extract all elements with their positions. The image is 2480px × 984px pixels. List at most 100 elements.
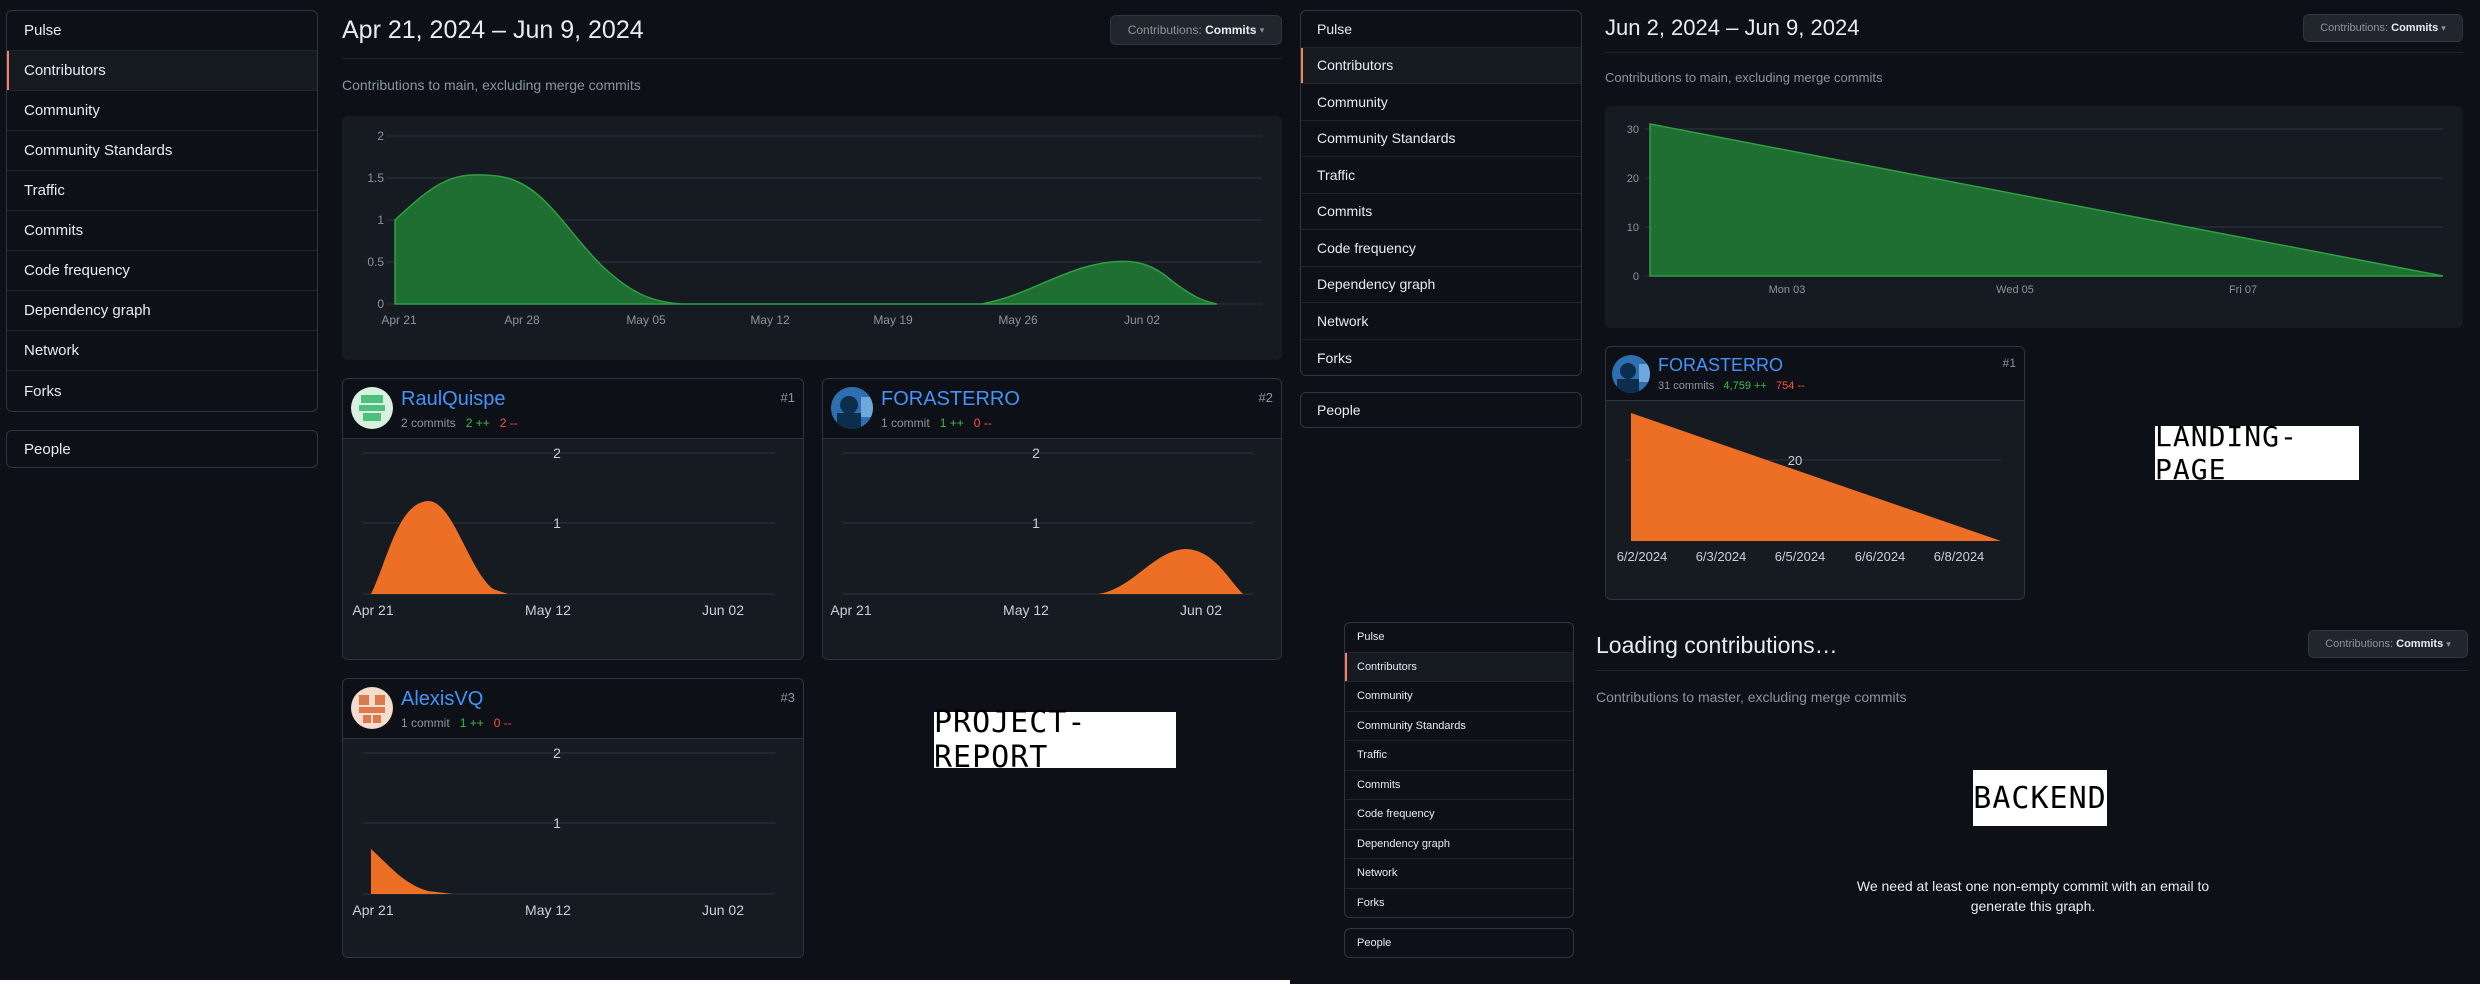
contributor-area [371,849,453,894]
y-tick: 2 [377,129,384,143]
sidebar-item-dependency-graph[interactable]: Dependency graph [1345,830,1573,859]
sidebar-item-contributors[interactable]: Contributors [1301,47,1581,84]
sidebar-item-traffic[interactable]: Traffic [1345,741,1573,771]
y-tick: 20 [1788,453,1802,468]
x-tick: Apr 21 [381,313,417,327]
sidebar-item-forks[interactable]: Forks [1345,889,1573,918]
x-tick: May 12 [525,902,571,918]
x-tick: 6/3/2024 [1696,549,1747,564]
avatar[interactable] [1612,355,1650,393]
x-tick: Jun 02 [702,602,744,618]
x-tick: May 19 [873,313,913,327]
x-tick: 6/2/2024 [1617,549,1668,564]
x-tick: Wed 05 [1996,284,2034,296]
rank-badge: #3 [780,690,795,705]
sidebar-item-community[interactable]: Community [1345,682,1573,712]
profile-photo-icon [831,387,873,429]
sidebar-item-people[interactable]: People [1344,928,1574,958]
caret-down-icon: ▾ [2446,638,2451,649]
sidebar-item-forks[interactable]: Forks [7,371,317,411]
y-tick: 1.5 [367,171,384,185]
x-tick: May 05 [626,313,666,327]
contributions-dropdown-button[interactable]: Contributions: Commits ▾ [2308,630,2468,658]
x-tick: Mon 03 [1769,284,1806,296]
contributor-area [1098,549,1243,594]
sidebar-item-commits[interactable]: Commits [7,211,317,251]
sidebar-item-traffic[interactable]: Traffic [7,171,317,211]
x-tick: May 12 [1003,602,1049,618]
x-tick: Jun 02 [1180,602,1222,618]
sidebar-item-pulse[interactable]: Pulse [1345,623,1573,653]
sidebar-item-code-frequency[interactable]: Code frequency [7,251,317,291]
contributions-dropdown-button[interactable]: Contributions: Commits ▾ [1110,15,1282,45]
caret-down-icon: ▾ [2441,22,2446,33]
y-tick: 2 [1032,445,1040,461]
sidebar-item-people[interactable]: People [1300,392,1582,428]
page-title: Loading contributions… [1596,632,1838,658]
rank-badge: #1 [2002,356,2016,370]
sidebar-item-pulse[interactable]: Pulse [7,11,317,51]
y-tick: 20 [1627,173,1639,185]
sidebar-item-traffic[interactable]: Traffic [1301,157,1581,194]
sidebar-item-community-standards[interactable]: Community Standards [1345,712,1573,741]
x-tick: Jun 02 [702,902,744,918]
x-tick: Apr 28 [504,313,540,327]
sidebar-item-pulse[interactable]: Pulse [1301,11,1581,48]
y-tick: 0.5 [367,255,384,269]
avatar[interactable] [351,687,393,729]
y-tick: 0 [1633,271,1639,283]
sidebar-item-community-standards[interactable]: Community Standards [1301,121,1581,157]
sidebar-item-community[interactable]: Community [7,91,317,131]
contributor-name-link[interactable]: FORASTERRO [881,388,1020,411]
contributor-name-link[interactable]: RaulQuispe [401,388,506,411]
overview-chart-panel: 30 20 10 0 Mon 03 Wed 05 Fri 07 [1605,106,2463,328]
contributions-dropdown-button[interactable]: Contributions: Commits ▾ [2303,14,2463,42]
avatar[interactable] [351,387,393,429]
x-tick: May 26 [998,313,1038,327]
caret-down-icon: ▾ [1259,24,1265,35]
identicon-icon [359,695,385,723]
sidebar-item-commits[interactable]: Commits [1345,771,1573,800]
y-tick: 1 [1032,515,1040,531]
sidebar-item-community-standards[interactable]: Community Standards [7,131,317,171]
y-tick: 30 [1627,124,1639,136]
overview-area [1649,123,2444,277]
sidebar-item-network[interactable]: Network [1301,303,1581,340]
contributor-card: FORASTERRO 1 commit 1 ++ 0 -- #2 2 1 Apr… [822,378,1282,660]
contributor-name-link[interactable]: FORASTERRO [1658,355,1783,376]
page-subtitle: Contributions to master, excluding merge… [1596,689,1907,705]
contributor-stats: 2 commits 2 ++ 2 -- [401,416,518,430]
contributor-chart: 2 1 Apr 21 May 12 Jun 02 [830,445,1253,618]
overview-chart-panel: 2 1.5 1 0.5 0 Apr 21 Apr 28 May 05 May 1… [342,116,1282,360]
repo3-sidebar-nav: Pulse Contributors Community Community S… [1344,622,1574,918]
x-tick: May 12 [750,313,790,327]
contributor-card: RaulQuispe 2 commits 2 ++ 2 -- #1 2 1 Ap… [342,378,804,660]
sidebar-item-dependency-graph[interactable]: Dependency graph [7,291,317,331]
sidebar-item-dependency-graph[interactable]: Dependency graph [1301,267,1581,303]
contributor-name-link[interactable]: AlexisVQ [401,688,483,711]
sidebar-item-contributors[interactable]: Contributors [1345,652,1573,682]
overview-chart: 2 1.5 1 0.5 0 Apr 21 Apr 28 May 05 May 1… [367,129,1262,327]
sidebar-item-network[interactable]: Network [1345,859,1573,889]
contributor-card: AlexisVQ 1 commit 1 ++ 0 -- #3 2 1 Apr 2… [342,678,804,958]
y-tick: 0 [377,297,384,311]
project-report-label: PROJECT-REPORT [934,705,1176,775]
sidebar-item-people[interactable]: People [6,430,318,468]
sidebar-item-code-frequency[interactable]: Code frequency [1301,230,1581,267]
sidebar-item-network[interactable]: Network [7,331,317,371]
page-title: Jun 2, 2024 – Jun 9, 2024 [1605,15,1860,40]
sidebar-item-code-frequency[interactable]: Code frequency [1345,800,1573,830]
sidebar-item-forks[interactable]: Forks [1301,340,1581,376]
x-tick: 6/5/2024 [1775,549,1826,564]
overview-area [394,174,1218,305]
sidebar-item-contributors[interactable]: Contributors [7,51,317,91]
divider [342,58,1282,59]
screenshot-divider [0,980,1290,984]
rank-badge: #1 [780,390,795,405]
avatar[interactable] [831,387,873,429]
sidebar-item-community[interactable]: Community [1301,84,1581,121]
x-tick: Apr 21 [352,902,393,918]
empty-state-message: We need at least one non-empty commit wi… [1856,878,2210,914]
backend-label: BACKEND [1973,770,2107,826]
sidebar-item-commits[interactable]: Commits [1301,194,1581,230]
